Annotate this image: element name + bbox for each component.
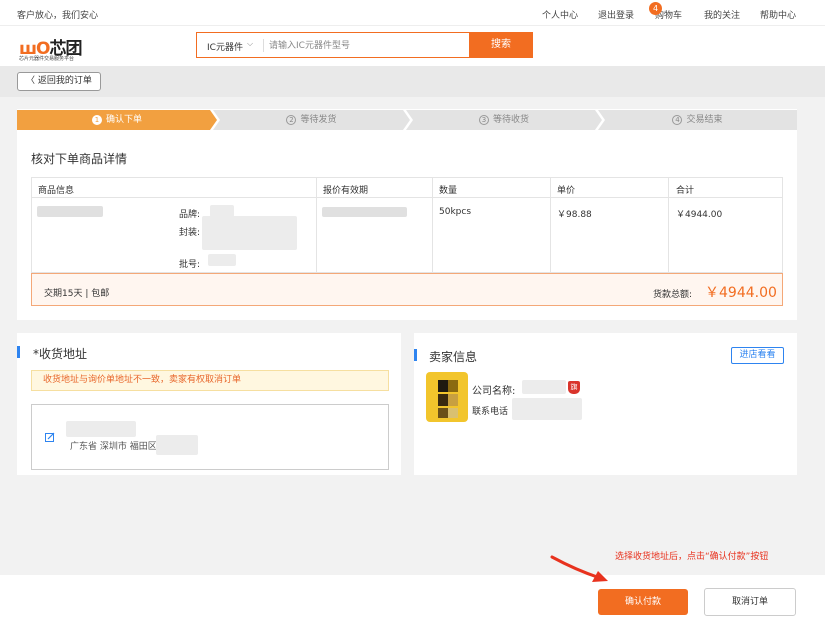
visit-store-button[interactable]: 进店看看 <box>731 347 784 364</box>
seller-title: 卖家信息 <box>429 350 478 364</box>
search-category-select[interactable]: IC元器件 <box>207 40 243 53</box>
col-unit-price: 单价 <box>557 186 576 196</box>
seller-avatar <box>426 372 468 422</box>
table-header: 商品信息 报价有效期 数量 单价 合计 <box>32 178 782 198</box>
instruction-annotation: 选择收货地址后，点击“确认付款”按钮 <box>615 552 769 562</box>
col-quantity: 数量 <box>439 186 458 196</box>
address-option[interactable]: 广东省 深圳市 福田区 <box>31 404 389 470</box>
search-button[interactable]: 搜索 <box>469 32 533 58</box>
col-quote-validity: 报价有效期 <box>323 186 369 196</box>
address-title: *收货地址 <box>33 347 88 361</box>
subtotal-value: ￥4944.00 <box>676 210 723 220</box>
flagship-badge: 旗 <box>568 381 580 394</box>
address-warning: 收货地址与询价单地址不一致，卖家有权取消订单 <box>31 370 389 391</box>
address-text: 广东省 深圳市 福田区 <box>70 442 157 452</box>
quote-validity-redacted <box>322 207 407 217</box>
search-bar: IC元器件 ⌵ 搜索 <box>196 32 533 58</box>
order-summary: 交期15天 | 包邮 货款总额: ￥4944.00 <box>31 273 783 306</box>
order-progress: 1 确认下单 2 等待发货 3 等待收货 4 交易结束 <box>17 110 797 130</box>
batch-label: 批号: <box>179 260 201 270</box>
step-await-shipping: 2 等待发货 <box>213 110 410 130</box>
phone-redacted <box>512 398 582 420</box>
header: ꟺO芯团 芯片元器件交易服务平台 IC元器件 ⌵ 搜索 <box>0 26 825 66</box>
delivery-terms: 交期15天 | 包邮 <box>44 289 110 299</box>
company-name-label: 公司名称: <box>472 386 516 397</box>
col-subtotal: 合计 <box>676 186 695 196</box>
top-bar: 客户放心，我们安心 个人中心 退出登录 购物车 4 我的关注 帮助中心 <box>0 0 825 26</box>
edit-icon[interactable] <box>45 432 55 442</box>
step-confirm-order: 1 确认下单 <box>17 110 217 130</box>
back-to-orders-button[interactable]: 〈 返回我的订单 <box>17 72 101 91</box>
total-label: 货款总额: <box>653 290 693 300</box>
company-name-redacted <box>522 380 566 394</box>
logo-subtitle: 芯片元器件交易服务平台 <box>19 56 75 62</box>
brand-label: 品牌: <box>179 210 201 220</box>
search-input[interactable] <box>269 37 465 54</box>
package-label: 封装: <box>179 228 201 238</box>
quantity-value: 50kpcs <box>439 207 472 217</box>
nav-help-center[interactable]: 帮助中心 <box>760 8 796 21</box>
total-amount: ￥4944.00 <box>705 285 777 301</box>
cart-count-badge: 4 <box>649 2 662 15</box>
cancel-order-button[interactable]: 取消订单 <box>704 588 796 616</box>
product-image-redacted <box>37 206 103 217</box>
phone-label: 联系电话 <box>472 407 509 417</box>
site-logo[interactable]: ꟺO芯团 芯片元器件交易服务平台 <box>19 34 89 62</box>
annotation-arrow-icon <box>550 555 608 582</box>
unit-price-value: ￥98.88 <box>557 210 592 220</box>
nav-my-follows[interactable]: 我的关注 <box>704 8 740 21</box>
step-transaction-complete: 4 交易结束 <box>598 110 797 130</box>
order-table: 商品信息 报价有效期 数量 单价 合计 品牌: 封装: 批号: 50kpcs ￥… <box>31 177 783 273</box>
order-details-title: 核对下单商品详情 <box>31 152 128 166</box>
slogan: 客户放心，我们安心 <box>17 11 99 21</box>
step-await-receipt: 3 等待收货 <box>406 110 602 130</box>
chevron-down-icon: ⌵ <box>247 39 254 48</box>
col-product-info: 商品信息 <box>38 186 75 196</box>
bottom-action-bar <box>0 575 825 620</box>
nav-personal-center[interactable]: 个人中心 <box>542 8 578 21</box>
back-row: 〈 返回我的订单 <box>0 66 825 97</box>
nav-logout[interactable]: 退出登录 <box>598 8 634 21</box>
recipient-redacted <box>66 421 136 437</box>
confirm-payment-button[interactable]: 确认付款 <box>598 589 688 615</box>
chevron-left-icon: 〈 <box>26 76 38 86</box>
